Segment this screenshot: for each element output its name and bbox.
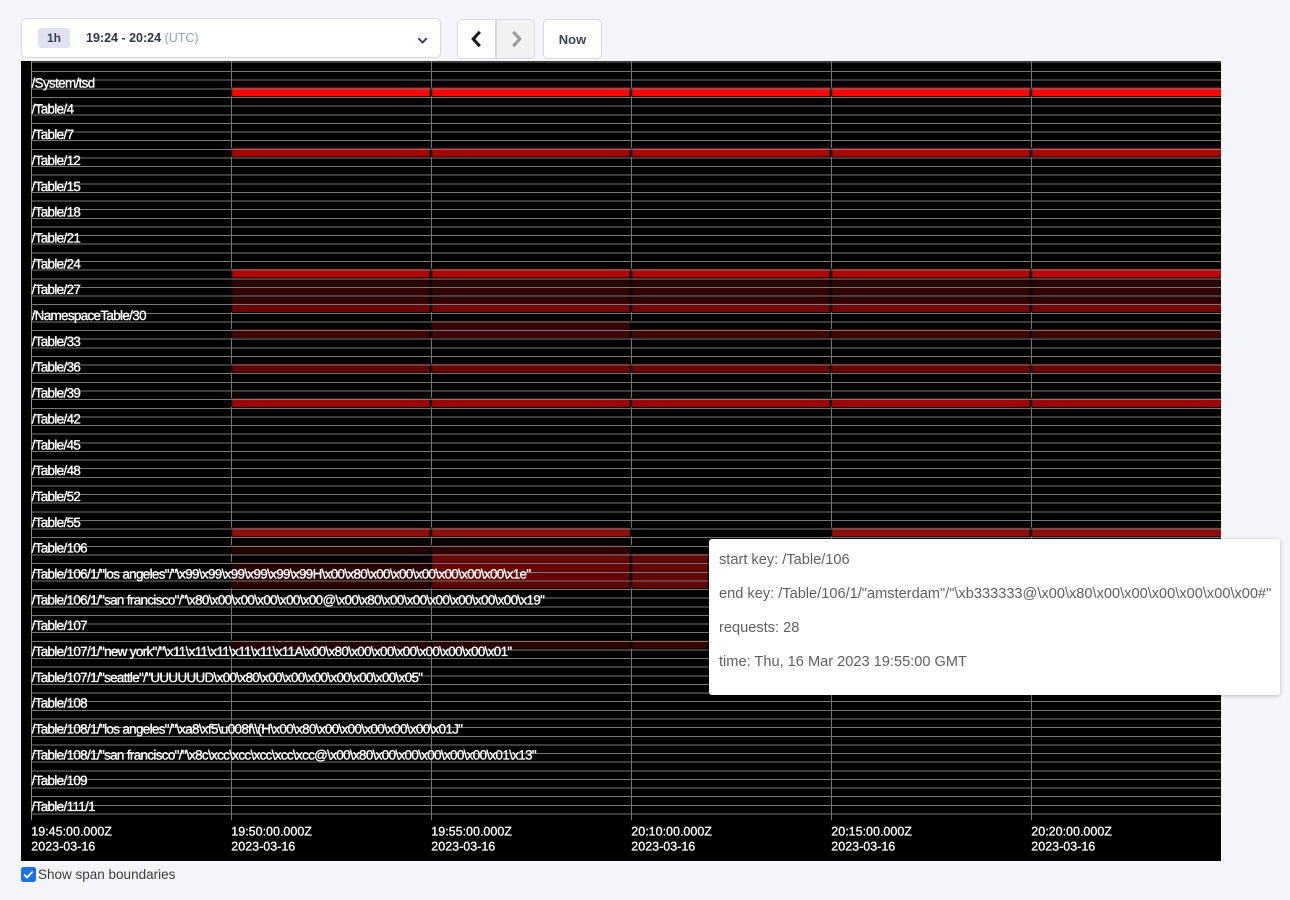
svg-text:2023-03-16: 2023-03-16 bbox=[831, 840, 895, 854]
svg-text:/Table/18: /Table/18 bbox=[32, 205, 81, 220]
svg-text:/Table/108: /Table/108 bbox=[32, 696, 88, 711]
svg-text:/Table/48: /Table/48 bbox=[32, 463, 81, 478]
svg-text:/Table/55: /Table/55 bbox=[32, 515, 81, 530]
svg-text:2023-03-16: 2023-03-16 bbox=[31, 840, 95, 854]
svg-text:/NamespaceTable/30: /NamespaceTable/30 bbox=[32, 308, 146, 323]
svg-text:/Table/106/1/"los angeles"/"\x: /Table/106/1/"los angeles"/"\x99\x99\x99… bbox=[32, 566, 532, 581]
svg-text:/Table/24: /Table/24 bbox=[32, 256, 82, 271]
svg-text:20:10:00.000Z: 20:10:00.000Z bbox=[631, 825, 712, 839]
svg-text:/Table/111/1: /Table/111/1 bbox=[32, 799, 95, 814]
svg-text:20:20:00.000Z: 20:20:00.000Z bbox=[1031, 825, 1112, 839]
svg-text:/Table/15: /Table/15 bbox=[32, 179, 81, 194]
svg-text:/Table/36: /Table/36 bbox=[32, 360, 81, 375]
svg-text:/Table/4: /Table/4 bbox=[32, 101, 75, 116]
svg-text:2023-03-16: 2023-03-16 bbox=[631, 840, 695, 854]
svg-text:/Table/7: /Table/7 bbox=[32, 127, 74, 142]
svg-text:/Table/12: /Table/12 bbox=[32, 153, 81, 168]
svg-text:/Table/21: /Table/21 bbox=[32, 231, 81, 246]
svg-text:2023-03-16: 2023-03-16 bbox=[231, 840, 295, 854]
svg-text:/Table/107/1/"seattle"/"UUUUUU: /Table/107/1/"seattle"/"UUUUUUD\x00\x80\… bbox=[32, 670, 424, 685]
svg-text:/Table/33: /Table/33 bbox=[32, 334, 81, 349]
svg-text:20:15:00.000Z: 20:15:00.000Z bbox=[831, 825, 912, 839]
svg-text:/Table/106/1/"san francisco"/": /Table/106/1/"san francisco"/"\x80\x00\x… bbox=[32, 592, 546, 607]
svg-text:/Table/52: /Table/52 bbox=[32, 489, 81, 504]
svg-text:/Table/42: /Table/42 bbox=[32, 411, 81, 426]
svg-text:19:55:00.000Z: 19:55:00.000Z bbox=[431, 825, 512, 839]
svg-text:/Table/39: /Table/39 bbox=[32, 386, 81, 401]
svg-text:/System/tsd: /System/tsd bbox=[32, 76, 95, 91]
svg-text:/Table/27: /Table/27 bbox=[32, 282, 81, 297]
svg-text:/Table/106: /Table/106 bbox=[32, 541, 88, 556]
svg-text:/Table/107/1/"new york"/"\x11\: /Table/107/1/"new york"/"\x11\x11\x11\x1… bbox=[32, 644, 513, 659]
svg-text:2023-03-16: 2023-03-16 bbox=[431, 840, 495, 854]
svg-text:19:50:00.000Z: 19:50:00.000Z bbox=[231, 825, 312, 839]
svg-text:/Table/109: /Table/109 bbox=[32, 773, 88, 788]
svg-text:/Table/107: /Table/107 bbox=[32, 618, 88, 633]
svg-text:/Table/108/1/"san francisco"/": /Table/108/1/"san francisco"/"\x8c\xcc\x… bbox=[32, 747, 537, 762]
svg-text:/Table/108/1/"los angeles"/"\x: /Table/108/1/"los angeles"/"\xa8\xf5\u00… bbox=[32, 722, 464, 737]
svg-text:2023-03-16: 2023-03-16 bbox=[1031, 840, 1095, 854]
svg-text:/Table/45: /Table/45 bbox=[32, 437, 81, 452]
svg-text:19:45:00.000Z: 19:45:00.000Z bbox=[31, 825, 112, 839]
